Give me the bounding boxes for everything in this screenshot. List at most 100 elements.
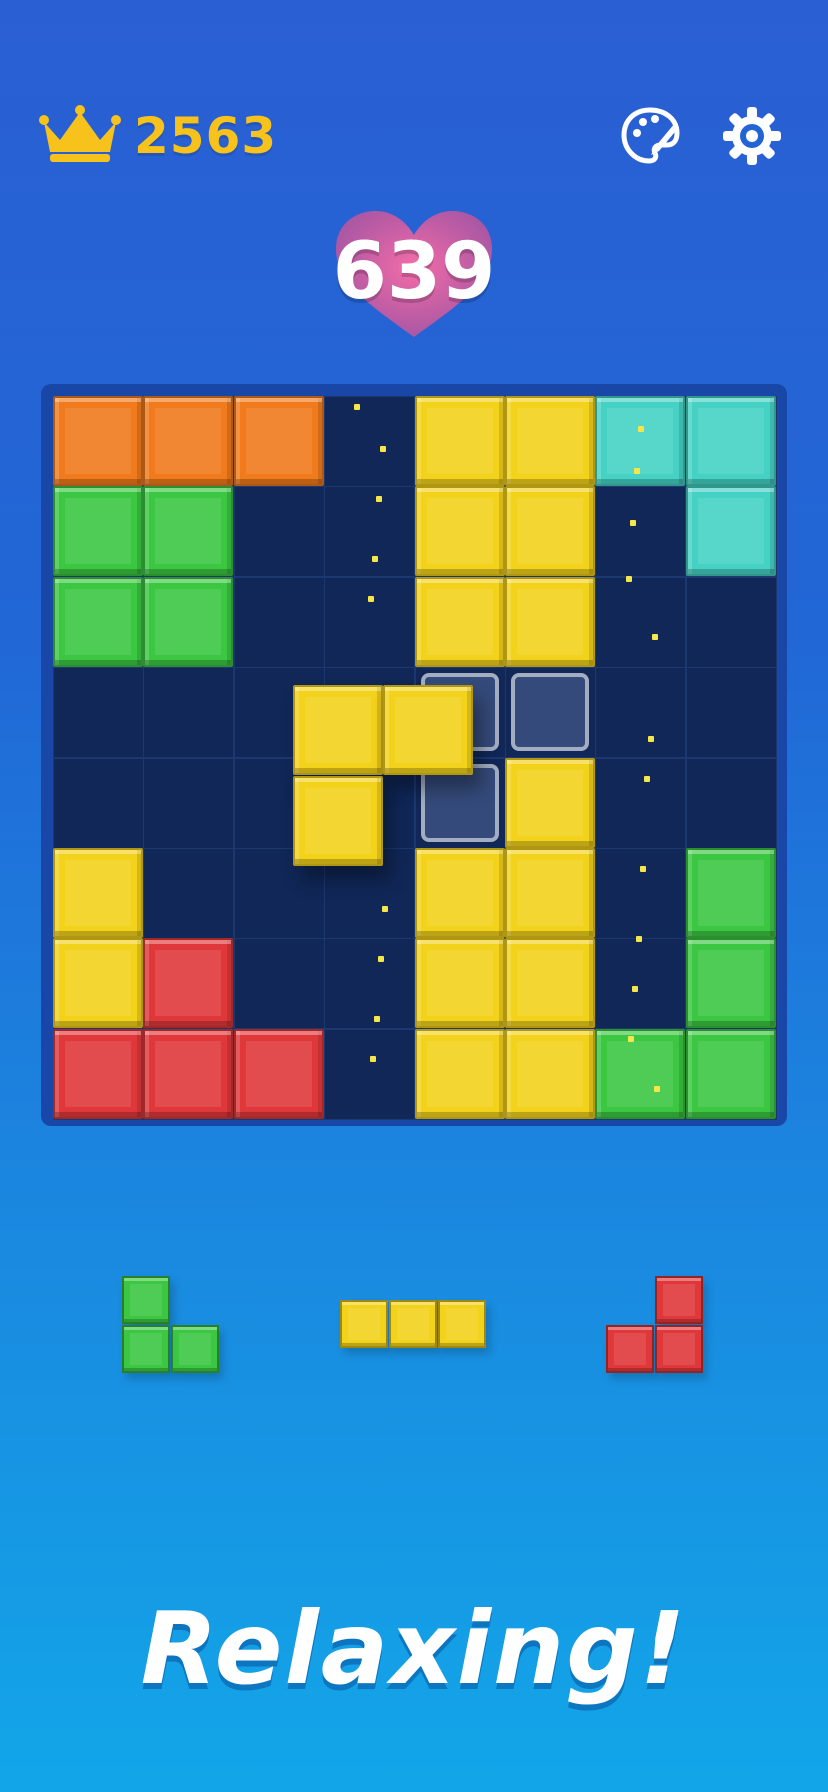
block-yellow xyxy=(53,848,143,938)
tray-block xyxy=(655,1276,703,1324)
block-yellow xyxy=(505,848,595,938)
block-red xyxy=(233,1028,324,1119)
sparkle xyxy=(638,426,645,432)
block-green xyxy=(53,576,143,667)
ghost-cell xyxy=(511,673,589,752)
block-yellow xyxy=(505,396,595,486)
block-yellow xyxy=(505,938,595,1029)
tray-block xyxy=(122,1325,170,1373)
board-cell[interactable] xyxy=(53,757,144,849)
board-cell[interactable] xyxy=(595,486,687,578)
block-red xyxy=(53,1028,143,1119)
block-green xyxy=(143,576,234,667)
block-green xyxy=(685,1028,776,1119)
block-yellow xyxy=(505,757,595,848)
current-score-value: 639 xyxy=(332,227,496,317)
block-cyan xyxy=(595,396,686,486)
tray-block xyxy=(606,1325,654,1373)
board-cell[interactable] xyxy=(324,1028,416,1120)
board-cell[interactable] xyxy=(595,757,687,849)
block-green xyxy=(685,938,776,1029)
sparkle xyxy=(632,986,639,992)
board-cell[interactable] xyxy=(324,576,416,668)
sparkle xyxy=(354,404,361,410)
board-cell[interactable] xyxy=(685,757,777,849)
block-cyan xyxy=(685,396,776,486)
block-yellow xyxy=(414,1028,505,1119)
board-cell[interactable] xyxy=(233,576,325,668)
block-yellow xyxy=(505,576,595,667)
sparkle xyxy=(626,576,633,582)
dragged-piece-block[interactable] xyxy=(292,775,383,866)
tray-block xyxy=(655,1325,703,1373)
theme-button[interactable] xyxy=(618,106,682,170)
tray-block xyxy=(340,1300,388,1348)
block-cyan xyxy=(685,486,776,577)
sparkle xyxy=(378,956,385,962)
block-yellow xyxy=(505,486,595,577)
block-yellow xyxy=(414,848,505,938)
board-cell[interactable] xyxy=(595,938,687,1030)
tray-block xyxy=(438,1300,486,1348)
tray-block xyxy=(122,1276,170,1324)
board-cell[interactable] xyxy=(53,667,144,759)
sparkle xyxy=(374,1016,381,1022)
sparkle xyxy=(382,906,389,912)
board-cell[interactable] xyxy=(143,667,235,759)
settings-button[interactable] xyxy=(720,106,784,170)
board-cell[interactable] xyxy=(595,576,687,668)
sparkle xyxy=(644,776,651,782)
game-board[interactable] xyxy=(41,384,787,1126)
block-yellow xyxy=(414,576,505,667)
block-red xyxy=(143,938,234,1029)
board-cell[interactable] xyxy=(595,848,687,939)
sparkle xyxy=(372,556,379,562)
sparkle xyxy=(636,936,643,942)
tray-block xyxy=(389,1300,437,1348)
block-green xyxy=(143,486,234,577)
best-score-value: 2563 xyxy=(134,107,278,165)
sparkle xyxy=(654,1086,661,1092)
sparkle xyxy=(634,468,641,474)
palette-icon xyxy=(619,105,681,171)
sparkle xyxy=(368,596,375,602)
block-red xyxy=(143,1028,234,1119)
sparkle xyxy=(648,736,655,742)
dragged-piece-block[interactable] xyxy=(292,685,383,776)
sparkle xyxy=(652,634,659,640)
board-cell[interactable] xyxy=(233,938,325,1030)
board-cell[interactable] xyxy=(595,667,687,759)
sparkle xyxy=(640,866,647,872)
block-yellow xyxy=(414,938,505,1029)
block-yellow xyxy=(414,486,505,577)
block-yellow xyxy=(53,938,143,1029)
board-cell[interactable] xyxy=(143,757,235,849)
ghost-cell xyxy=(420,763,499,842)
sparkle xyxy=(380,446,387,452)
block-yellow xyxy=(505,1028,595,1119)
block-orange xyxy=(143,396,234,486)
board-cell[interactable] xyxy=(233,486,325,578)
sparkle xyxy=(376,496,383,502)
current-score-display: 639 xyxy=(330,205,498,345)
sparkle xyxy=(628,1036,635,1042)
crown-icon xyxy=(38,104,122,168)
board-grid[interactable] xyxy=(53,396,777,1120)
block-orange xyxy=(53,396,143,486)
best-score-display: 2563 xyxy=(38,104,277,168)
block-green xyxy=(595,1028,686,1119)
board-cell[interactable] xyxy=(143,848,235,939)
block-orange xyxy=(233,396,324,486)
board-cell[interactable] xyxy=(685,576,777,668)
board-cell[interactable] xyxy=(685,667,777,759)
dragged-piece-block[interactable] xyxy=(382,685,473,776)
board-cell[interactable] xyxy=(324,396,416,487)
block-green xyxy=(53,486,143,577)
board-cell[interactable] xyxy=(324,486,416,578)
sparkle xyxy=(630,520,637,526)
board-cell[interactable] xyxy=(324,938,416,1030)
tray-block xyxy=(171,1325,219,1373)
tagline: Relaxing! xyxy=(140,1590,688,1707)
block-yellow xyxy=(414,396,505,486)
gear-icon xyxy=(721,105,783,171)
